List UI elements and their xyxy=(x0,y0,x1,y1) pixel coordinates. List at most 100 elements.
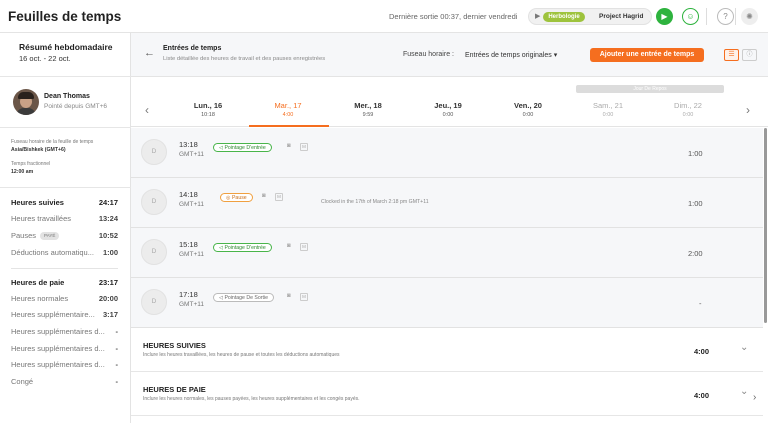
summary-header: Résumé hebdomadaire 16 oct. - 22 oct. xyxy=(0,33,131,77)
time-entry-row[interactable]: D 13:18 GMT+11 ◁ Pointage D'entrée ◙ M 1… xyxy=(131,128,763,178)
camera-icon[interactable]: ◙ xyxy=(287,243,295,251)
day-tab[interactable]: Dim., 22 0:00 xyxy=(649,101,727,118)
map-icon[interactable]: M xyxy=(300,143,308,151)
entry-type-pill: ◁ Pointage D'entrée xyxy=(213,143,272,152)
chevron-down-icon[interactable]: ⌄ xyxy=(740,386,748,397)
holiday-banner: Jour De Repos xyxy=(576,85,724,93)
active-day-indicator xyxy=(249,125,329,127)
day-tab[interactable]: Lun., 16 10:18 xyxy=(169,101,247,118)
overtime-row: Heures supplémentaires d... - xyxy=(11,327,118,336)
avatar xyxy=(13,89,39,115)
play-icon: ▶ xyxy=(661,12,668,21)
summary-value: 4:00 xyxy=(694,347,710,356)
info-icon[interactable]: ⓘ xyxy=(742,49,757,61)
entry-timezone: GMT+11 xyxy=(179,301,204,308)
entry-time: 17:18 xyxy=(179,290,198,299)
entry-timezone: GMT+11 xyxy=(179,201,204,208)
scrollbar[interactable] xyxy=(764,128,767,323)
tracked-hours-row: Heures suivies 24:17 xyxy=(11,198,118,207)
entry-timezone: GMT+11 xyxy=(179,251,204,258)
breaks-row: Pauses PAYÉ 10:52 xyxy=(11,231,118,240)
day-selector: ‹ Jour De Repos Lun., 16 10:18 Mar., 17 4:… xyxy=(131,77,768,127)
worked-hours-row: Heures travaillées 13:24 xyxy=(11,214,118,223)
day-tab[interactable]: Sam., 21 0:00 xyxy=(569,101,647,118)
auto-deductions-row: Déductions automatiqu... 1:00 xyxy=(11,248,118,257)
timesheet-timezone: Fuseau horaire de la feuille de temps As… xyxy=(0,128,131,188)
day-tab[interactable]: Mer., 18 9:59 xyxy=(329,101,407,118)
entry-duration: 2:00 xyxy=(688,249,703,258)
avatar: D xyxy=(141,189,167,215)
fraction-label: Temps fractionnel xyxy=(11,161,51,167)
camera-icon[interactable]: ◙ xyxy=(262,193,270,201)
time-entries-panel: ← Entrées de temps Liste détaillée des h… xyxy=(131,33,768,423)
user-icon[interactable]: ☺ xyxy=(682,8,699,25)
weekly-summary-sidebar: Résumé hebdomadaire 16 oct. - 22 oct. De… xyxy=(0,33,131,423)
chevron-right-icon[interactable]: › xyxy=(746,103,750,117)
arrow-left-icon[interactable]: ← xyxy=(144,47,155,59)
entry-note: Clocked in the 17th of March 2:18 pm GMT… xyxy=(321,199,429,205)
chevron-down-icon: ▾ xyxy=(553,52,558,59)
chevron-right-icon[interactable]: › xyxy=(753,392,756,403)
tracked-hours-summary[interactable]: HEURES SUIVIES Inclure les heures travai… xyxy=(131,328,763,372)
entry-time: 14:18 xyxy=(179,190,198,199)
day-tab[interactable]: Mar., 17 4:00 xyxy=(249,101,327,118)
summary-title: Résumé hebdomadaire xyxy=(19,42,113,52)
timezone-label: Fuseau horaire : xyxy=(403,51,454,58)
divider xyxy=(706,8,707,25)
entries-title: Entrées de temps xyxy=(163,45,222,52)
entry-time: 15:18 xyxy=(179,240,198,249)
summary-range: 16 oct. - 22 oct. xyxy=(19,54,71,63)
avatar: D xyxy=(141,239,167,265)
divider xyxy=(11,268,118,269)
summary-label: HEURES SUIVIES xyxy=(143,341,206,350)
time-entry-row[interactable]: D 17:18 GMT+11 ◁ Pointage De Sortie ◙ M … xyxy=(131,278,763,328)
avatar: D xyxy=(141,289,167,315)
entry-type-pill: ◁ Pointage De Sortie xyxy=(213,293,274,302)
help-icon[interactable]: ? xyxy=(717,8,734,25)
summary-label: HEURES DE PAIE xyxy=(143,385,206,394)
summary-value: 4:00 xyxy=(694,391,710,400)
divider xyxy=(735,8,736,25)
map-icon[interactable]: M xyxy=(300,243,308,251)
activity-tag: Herbologie xyxy=(543,12,585,22)
pay-hours-row: Heures de paie 23:17 xyxy=(11,278,118,287)
day-tab[interactable]: Ven., 20 0:00 xyxy=(489,101,567,118)
start-timer-button[interactable]: ▶ xyxy=(656,8,673,25)
pay-hours-summary[interactable]: HEURES DE PAIE Inclure les heures normal… xyxy=(131,372,763,416)
paid-badge: PAYÉ xyxy=(40,232,60,240)
timezone-select[interactable]: Entrées de temps originales ▾ xyxy=(465,51,557,59)
map-icon[interactable]: M xyxy=(300,293,308,301)
entry-duration: 1:00 xyxy=(688,149,703,158)
sun-icon[interactable]: ✺ xyxy=(741,8,758,25)
chevron-left-icon[interactable]: ‹ xyxy=(145,103,149,117)
tz-value: Asia/Bishkek (GMT+6) xyxy=(11,147,66,153)
overtime-row: Heures supplémentaire... 3:17 xyxy=(11,310,118,319)
entries-header: ← Entrées de temps Liste détaillée des h… xyxy=(131,33,768,77)
entries-subtitle: Liste détaillée des heures de travail et… xyxy=(163,56,326,62)
map-icon[interactable]: M xyxy=(275,193,283,201)
user-timezone: Pointé depuis GMT+6 xyxy=(44,103,108,110)
day-tab[interactable]: Jeu., 19 0:00 xyxy=(409,101,487,118)
page-title: Feuilles de temps xyxy=(8,9,122,24)
chevron-down-icon[interactable]: ⌄ xyxy=(740,342,748,353)
play-small-icon: ▶ xyxy=(535,13,541,20)
entry-type-pill: ◁ Pointage D'entrée xyxy=(213,243,272,252)
entry-duration: 1:00 xyxy=(688,199,703,208)
time-entry-row[interactable]: D 14:18 GMT+11 ◎ Pause ◙ M Clocked in th… xyxy=(131,178,763,228)
project-name: Project Hagrid xyxy=(599,13,644,20)
entry-type-pill: ◎ Pause xyxy=(220,193,253,202)
overtime-row: Heures supplémentaires d... - xyxy=(11,344,118,353)
leave-row: Congé - xyxy=(11,377,118,386)
timer-tracker[interactable]: ▶ Herbologie Project Hagrid xyxy=(528,8,652,25)
time-entry-row[interactable]: D 15:18 GMT+11 ◁ Pointage D'entrée ◙ M 2… xyxy=(131,228,763,278)
add-time-entry-button[interactable]: Ajouter une entrée de temps xyxy=(590,48,704,62)
list-view-icon[interactable]: ☰ xyxy=(724,49,739,61)
avatar: D xyxy=(141,139,167,165)
fraction-value: 12:00 am xyxy=(11,169,34,175)
camera-icon[interactable]: ◙ xyxy=(287,293,295,301)
entry-duration: - xyxy=(699,299,702,308)
tz-label: Fuseau horaire de la feuille de temps xyxy=(11,139,94,145)
camera-icon[interactable]: ◙ xyxy=(287,143,295,151)
summary-description: Inclure les heures normales, les pauses … xyxy=(143,396,360,402)
regular-hours-row: Heures normales 20:00 xyxy=(11,294,118,303)
